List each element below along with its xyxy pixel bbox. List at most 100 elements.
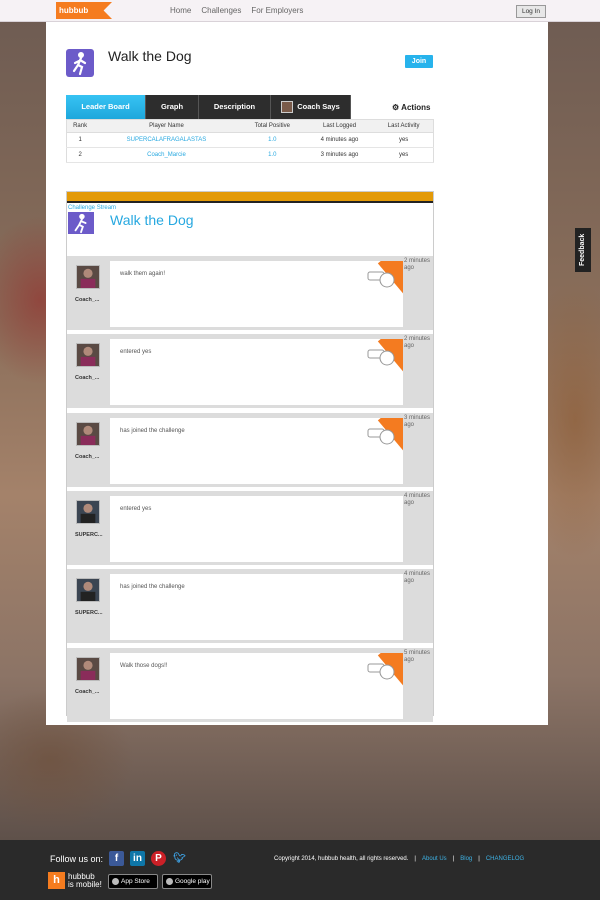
- post-bubble: entered yes: [110, 339, 403, 405]
- mobile-line-2: is mobile!: [68, 879, 102, 889]
- challenge-stream: Challenge Stream Walk the Dog Coach_... w…: [66, 191, 434, 722]
- coach-avatar-icon: [281, 101, 294, 113]
- last-activity-cell: yes: [374, 132, 434, 148]
- stream-header-bar: [67, 192, 433, 203]
- feedback-tab[interactable]: Feedback: [575, 228, 591, 272]
- post-author[interactable]: Coach_...: [75, 375, 99, 381]
- challenge-tabs: Leader Board Graph Description Coach Say…: [66, 95, 351, 119]
- nav-home[interactable]: Home: [170, 6, 191, 15]
- challenge-title: Walk the Dog: [108, 48, 192, 64]
- whistle-icon: [367, 271, 395, 288]
- rank-cell: 2: [66, 147, 94, 163]
- login-button[interactable]: Log In: [516, 5, 546, 18]
- social-links: f in P 🐦︎: [109, 851, 187, 866]
- last-logged-cell: 3 minutes ago: [304, 147, 375, 163]
- post-message: has joined the challenge: [120, 584, 185, 590]
- tab-label: Leader Board: [81, 102, 130, 111]
- col-total-positive: Total Positive: [239, 119, 305, 133]
- pinterest-icon[interactable]: P: [151, 851, 166, 866]
- nav-for-employers[interactable]: For Employers: [251, 6, 303, 15]
- stream-post: Coach_... walk them again! 2 minutes ago: [67, 256, 433, 330]
- post-bubble: walk them again!: [110, 261, 403, 327]
- table-row: 1 SUPERCALAFRAGALASTAS 1.0 4 minutes ago…: [66, 132, 434, 148]
- player-link[interactable]: SUPERCALAFRAGALASTAS: [93, 132, 240, 148]
- post-bubble: has joined the challenge: [110, 574, 403, 640]
- avatar[interactable]: [76, 657, 100, 681]
- post-time: 2 minutes ago: [404, 258, 431, 271]
- copyright-text: Copyright 2014, hubbub health, all right…: [274, 856, 409, 862]
- hubbub-logo[interactable]: hubbub: [56, 2, 112, 19]
- tab-label: Description: [213, 102, 256, 111]
- nav-challenges[interactable]: Challenges: [201, 6, 241, 15]
- table-row: 2 Coach_Marcie 1.0 3 minutes ago yes: [66, 147, 434, 163]
- post-message: has joined the challenge: [120, 428, 185, 434]
- post-author[interactable]: Coach_...: [75, 689, 99, 695]
- whistle-icon: [367, 349, 395, 366]
- challenge-walker-icon: [66, 49, 94, 77]
- tab-coach-says[interactable]: Coach Says: [271, 95, 351, 119]
- post-author[interactable]: Coach_...: [75, 297, 99, 303]
- gear-icon: ⚙: [392, 103, 400, 112]
- app-store-badge[interactable]: App Store: [108, 874, 158, 889]
- separator: |: [414, 856, 416, 862]
- tab-description[interactable]: Description: [199, 95, 271, 119]
- facebook-icon[interactable]: f: [109, 851, 124, 866]
- footer-links: Copyright 2014, hubbub health, all right…: [274, 856, 524, 862]
- stream-title: Walk the Dog: [110, 212, 194, 228]
- stream-label[interactable]: Challenge Stream: [68, 205, 116, 211]
- avatar[interactable]: [76, 343, 100, 367]
- actions-label: Actions: [401, 103, 431, 112]
- google-play-badge[interactable]: Google play: [162, 874, 212, 889]
- linkedin-icon[interactable]: in: [130, 851, 145, 866]
- main-nav: Home Challenges For Employers: [170, 6, 303, 15]
- col-player-name: Player Name: [93, 119, 240, 133]
- twitter-icon[interactable]: 🐦︎: [172, 851, 187, 866]
- post-author[interactable]: SUPERC...: [75, 532, 103, 538]
- post-message: walk them again!: [120, 271, 166, 277]
- mobile-text: hubbub is mobile!: [68, 872, 102, 889]
- stream-post: SUPERC... has joined the challenge 4 minut…: [67, 569, 433, 643]
- post-time: 4 minutes ago: [404, 571, 431, 584]
- post-time: 5 minutes ago: [404, 650, 431, 663]
- post-message: Walk those dogs!!: [120, 663, 168, 669]
- tab-label: Graph: [160, 102, 184, 111]
- last-activity-cell: yes: [374, 147, 434, 163]
- total-positive-link[interactable]: 1.0: [239, 147, 305, 163]
- leaderboard-table: Rank Player Name Total Positive Last Log…: [66, 119, 434, 163]
- player-link[interactable]: Coach_Marcie: [93, 147, 240, 163]
- stream-post: Coach_... Walk those dogs!! 5 minutes ago: [67, 648, 433, 722]
- col-rank: Rank: [66, 119, 94, 133]
- join-button[interactable]: Join: [405, 55, 433, 68]
- post-bubble: has joined the challenge: [110, 418, 403, 484]
- post-time: 4 minutes ago: [404, 493, 431, 506]
- avatar[interactable]: [76, 578, 100, 602]
- post-time: 3 minutes ago: [404, 415, 431, 428]
- post-bubble: Walk those dogs!!: [110, 653, 403, 719]
- challenge-panel: Walk the Dog Join Leader Board Graph Des…: [46, 22, 548, 725]
- last-logged-cell: 4 minutes ago: [304, 132, 375, 148]
- post-author[interactable]: Coach_...: [75, 454, 99, 460]
- post-time: 2 minutes ago: [404, 336, 431, 349]
- post-message: entered yes: [120, 349, 152, 355]
- challenge-walker-icon: [68, 212, 94, 234]
- blog-link[interactable]: Blog: [460, 856, 472, 862]
- tab-graph[interactable]: Graph: [146, 95, 199, 119]
- footer: Follow us on: f in P 🐦︎ Copyright 2014, …: [0, 840, 600, 900]
- stream-post: SUPERC... entered yes 4 minutes ago: [67, 491, 433, 565]
- stream-post: Coach_... has joined the challenge 3 minut…: [67, 413, 433, 487]
- total-positive-link[interactable]: 1.0: [239, 132, 305, 148]
- hubbub-mobile-badge: h hubbub is mobile!: [48, 872, 102, 889]
- actions-menu[interactable]: ⚙ Actions: [392, 103, 431, 112]
- avatar[interactable]: [76, 500, 100, 524]
- col-last-activity: Last Activity: [374, 119, 434, 133]
- post-author[interactable]: SUPERC...: [75, 610, 103, 616]
- avatar[interactable]: [76, 422, 100, 446]
- tab-label: Coach Says: [297, 102, 340, 111]
- whistle-icon: [367, 428, 395, 445]
- hubbub-h-logo: h: [48, 872, 65, 889]
- about-us-link[interactable]: About Us: [422, 856, 447, 862]
- changelog-link[interactable]: CHANGELOG: [486, 856, 524, 862]
- tab-leader-board[interactable]: Leader Board: [66, 95, 146, 119]
- avatar[interactable]: [76, 265, 100, 289]
- separator: |: [478, 856, 480, 862]
